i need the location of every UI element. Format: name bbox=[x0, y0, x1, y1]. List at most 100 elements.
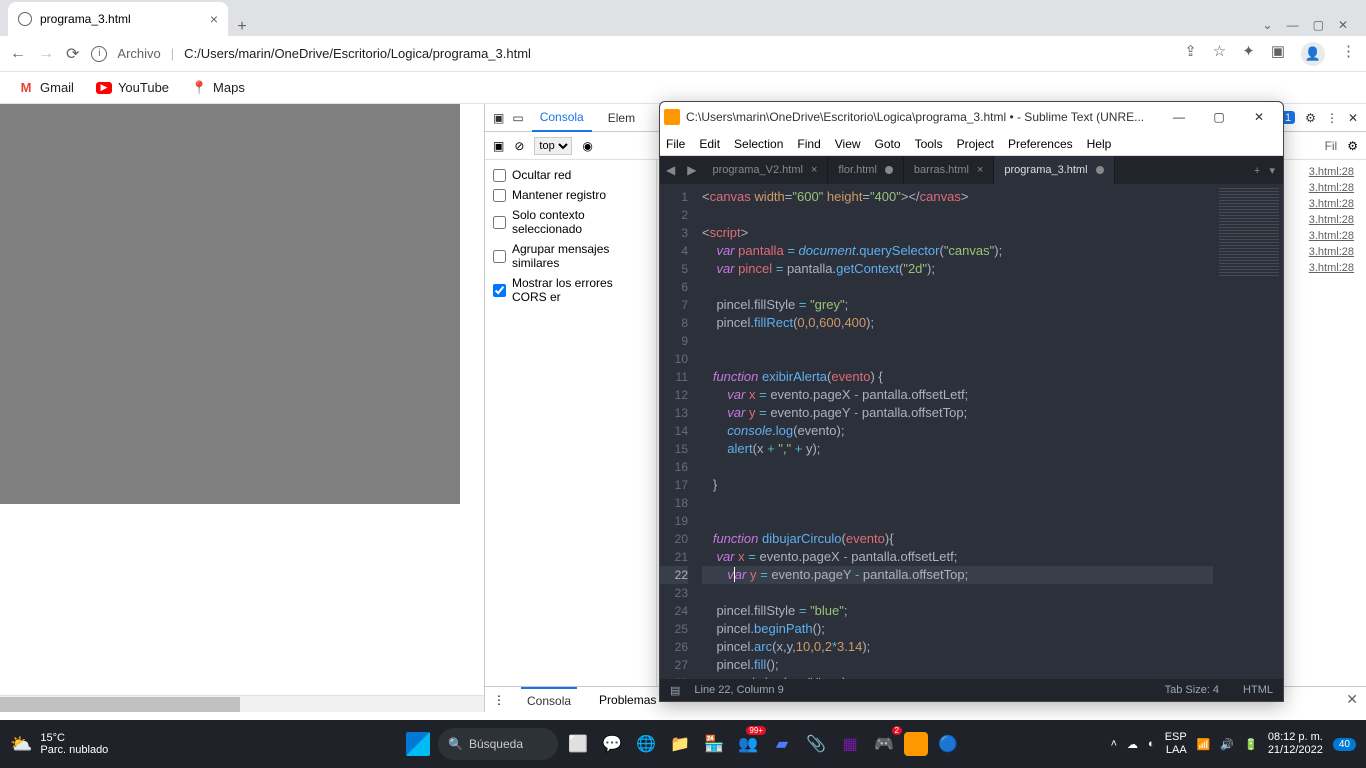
weather-widget[interactable]: ⛅ 15°C Parc. nublado bbox=[0, 732, 118, 756]
menu-preferences[interactable]: Preferences bbox=[1008, 137, 1073, 151]
console-settings-icon[interactable]: ⚙ bbox=[1347, 139, 1358, 153]
office-icon[interactable]: 📎 bbox=[802, 730, 830, 758]
bookmark-gmail[interactable]: MGmail bbox=[18, 80, 74, 96]
address-bar[interactable]: i Archivo | C:/Users/marin/OneDrive/Escr… bbox=[91, 46, 1172, 62]
status-position[interactable]: Line 22, Column 9 bbox=[694, 684, 783, 696]
tab-console[interactable]: Consola bbox=[532, 104, 592, 132]
bookmark-youtube[interactable]: ▶YouTube bbox=[96, 80, 169, 95]
close-icon[interactable]: ✕ bbox=[1338, 18, 1348, 32]
task-view-icon[interactable]: ⬜ bbox=[564, 730, 592, 758]
canvas-element[interactable] bbox=[0, 104, 460, 504]
devtools-menu-icon[interactable]: ⋮ bbox=[1326, 111, 1338, 125]
console-source-link[interactable]: 3.html:28 bbox=[1309, 198, 1358, 210]
horizontal-scrollbar[interactable] bbox=[0, 695, 484, 712]
close-tab-icon[interactable]: × bbox=[210, 11, 218, 27]
sublime-maximize-icon[interactable]: ▢ bbox=[1199, 110, 1239, 124]
menu-selection[interactable]: Selection bbox=[734, 137, 783, 151]
tab-elements[interactable]: Elem bbox=[600, 104, 643, 132]
browser-tab[interactable]: programa_3.html × bbox=[8, 2, 228, 36]
file-tab[interactable]: programa_V2.html× bbox=[702, 156, 828, 184]
devtools-close-icon[interactable]: ✕ bbox=[1348, 111, 1358, 125]
status-tab-size[interactable]: Tab Size: 4 bbox=[1165, 684, 1219, 696]
console-source-link[interactable]: 3.html:28 bbox=[1309, 262, 1358, 274]
taskbar-search[interactable]: 🔍Búsqueda bbox=[438, 728, 558, 760]
chrome-menu-icon[interactable]: ⋮ bbox=[1341, 42, 1356, 66]
minimap[interactable] bbox=[1213, 184, 1283, 679]
chrome-taskbar-icon[interactable]: 🔵 bbox=[934, 730, 962, 758]
menu-project[interactable]: Project bbox=[957, 137, 994, 151]
sublime-close-icon[interactable]: ✕ bbox=[1239, 110, 1279, 124]
start-button[interactable] bbox=[404, 730, 432, 758]
live-expression-icon[interactable]: ◉ bbox=[582, 139, 592, 153]
back-button[interactable]: ← bbox=[10, 45, 26, 63]
info-icon[interactable]: i bbox=[91, 46, 107, 62]
device-toggle-icon[interactable]: ▭ bbox=[512, 111, 523, 125]
console-source-link[interactable]: 3.html:28 bbox=[1309, 166, 1358, 178]
bookmark-icon[interactable]: ☆ bbox=[1213, 42, 1226, 66]
battery-icon[interactable]: 🔋 bbox=[1244, 738, 1258, 751]
chat-icon[interactable]: 💬 bbox=[598, 730, 626, 758]
inspect-icon[interactable]: ▣ bbox=[493, 111, 504, 125]
check-group-similar[interactable]: Agrupar mensajes similares bbox=[493, 242, 648, 270]
close-tab-icon[interactable]: × bbox=[811, 164, 817, 176]
menu-file[interactable]: File bbox=[666, 137, 685, 151]
check-keep-log[interactable]: Mantener registro bbox=[493, 188, 648, 202]
sublime-taskbar-icon[interactable] bbox=[904, 732, 928, 756]
status-syntax[interactable]: HTML bbox=[1243, 684, 1273, 696]
tray-chevron-icon[interactable]: ˄ bbox=[1111, 738, 1117, 750]
check-selected-context[interactable]: Solo contexto seleccionado bbox=[493, 208, 648, 236]
onenote-icon[interactable]: ▦ bbox=[836, 730, 864, 758]
check-cors-errors[interactable]: Mostrar los errores CORS er bbox=[493, 276, 648, 304]
new-tab-button[interactable]: + bbox=[228, 18, 256, 36]
console-source-link[interactable]: 3.html:28 bbox=[1309, 182, 1358, 194]
teams-icon[interactable]: 👥 bbox=[734, 730, 762, 758]
extensions-icon[interactable]: ✦ bbox=[1242, 42, 1255, 66]
drawer-menu-icon[interactable]: ⋮ bbox=[493, 693, 505, 707]
devtools-settings-icon[interactable]: ⚙ bbox=[1305, 111, 1316, 125]
volume-icon[interactable]: 🔊 bbox=[1220, 738, 1234, 751]
reload-button[interactable]: ⟳ bbox=[66, 44, 79, 64]
file-tab[interactable]: flor.html bbox=[828, 156, 904, 184]
store-icon[interactable]: 🏪 bbox=[700, 730, 728, 758]
status-menu-icon[interactable]: ▤ bbox=[670, 684, 680, 697]
app-icon[interactable]: ▰ bbox=[768, 730, 796, 758]
context-select[interactable]: top bbox=[534, 137, 572, 155]
sublime-minimize-icon[interactable]: — bbox=[1159, 110, 1199, 124]
language-indicator[interactable]: ESPLAA bbox=[1165, 731, 1187, 757]
share-icon[interactable]: ⇪ bbox=[1184, 42, 1197, 66]
line-gutter[interactable]: 1234567891011121314151617181920212223242… bbox=[660, 184, 696, 679]
chrome-dropdown-icon[interactable]: ⌄ bbox=[1263, 18, 1273, 32]
drawer-tab-problems[interactable]: Problemas bbox=[593, 687, 662, 713]
edge-icon[interactable]: 🌐 bbox=[632, 730, 660, 758]
drawer-close-icon[interactable]: ✕ bbox=[1346, 691, 1358, 708]
file-tab[interactable]: barras.html× bbox=[904, 156, 994, 184]
menu-find[interactable]: Find bbox=[797, 137, 820, 151]
sublime-menubar[interactable]: FileEditSelectionFindViewGotoToolsProjec… bbox=[660, 132, 1283, 156]
explorer-icon[interactable]: 📁 bbox=[666, 730, 694, 758]
menu-help[interactable]: Help bbox=[1087, 137, 1112, 151]
bookmark-maps[interactable]: 📍Maps bbox=[191, 80, 245, 96]
profile-avatar[interactable]: 👤 bbox=[1301, 42, 1325, 66]
minimize-icon[interactable]: — bbox=[1287, 18, 1299, 32]
console-source-link[interactable]: 3.html:28 bbox=[1309, 214, 1358, 226]
menu-tools[interactable]: Tools bbox=[915, 137, 943, 151]
maximize-icon[interactable]: ▢ bbox=[1313, 18, 1324, 32]
filter-input[interactable]: Fil bbox=[1325, 139, 1338, 153]
clock[interactable]: 08:12 p. m.21/12/2022 bbox=[1268, 731, 1323, 757]
sublime-titlebar[interactable]: C:\Users\marin\OneDrive\Escritorio\Logic… bbox=[660, 102, 1283, 132]
console-clear-icon[interactable]: ⊘ bbox=[514, 139, 524, 153]
discord-icon[interactable]: 🎮 bbox=[870, 730, 898, 758]
code-area[interactable]: <canvas width="600" height="400"></canva… bbox=[696, 184, 1213, 679]
onedrive-icon[interactable]: ☁ bbox=[1127, 738, 1138, 751]
menu-view[interactable]: View bbox=[835, 137, 861, 151]
file-tab[interactable]: programa_3.html bbox=[994, 156, 1114, 184]
console-play-icon[interactable]: ▣ bbox=[493, 139, 504, 153]
tab-next-icon[interactable]: ▶ bbox=[681, 163, 702, 177]
console-source-link[interactable]: 3.html:28 bbox=[1309, 246, 1358, 258]
tab-prev-icon[interactable]: ◀ bbox=[660, 163, 681, 177]
wifi-icon[interactable]: 📶 bbox=[1197, 738, 1211, 751]
close-tab-icon[interactable]: × bbox=[977, 164, 983, 176]
console-source-link[interactable]: 3.html:28 bbox=[1309, 230, 1358, 242]
drawer-tab-console[interactable]: Consola bbox=[521, 687, 577, 713]
side-panel-icon[interactable]: ▣ bbox=[1271, 42, 1285, 66]
